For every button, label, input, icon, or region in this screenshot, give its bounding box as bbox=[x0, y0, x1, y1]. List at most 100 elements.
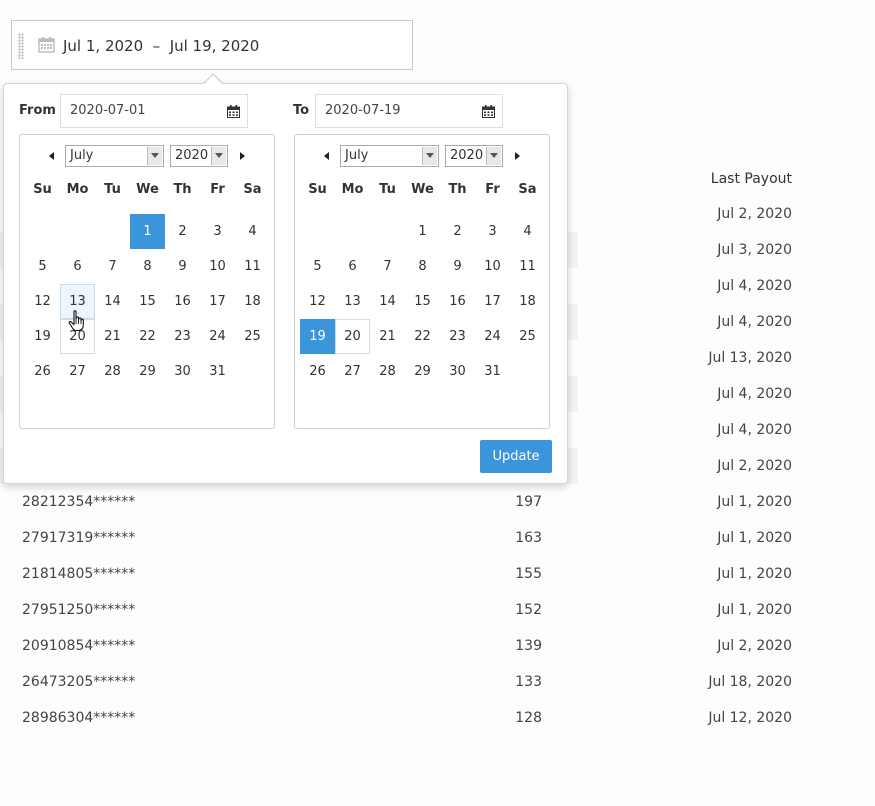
to-day-23[interactable]: 23 bbox=[440, 319, 475, 354]
to-day-5[interactable]: 5 bbox=[300, 249, 335, 284]
to-month-select[interactable]: July bbox=[340, 145, 439, 167]
to-day-13[interactable]: 13 bbox=[335, 284, 370, 319]
to-day-29[interactable]: 29 bbox=[405, 354, 440, 389]
to-day-20[interactable]: 20 bbox=[335, 319, 370, 354]
from-day-24[interactable]: 24 bbox=[200, 319, 235, 354]
to-label: To bbox=[293, 103, 310, 118]
to-day-18[interactable]: 18 bbox=[510, 284, 545, 319]
from-month-select[interactable]: July bbox=[65, 145, 164, 167]
to-day-11[interactable]: 11 bbox=[510, 249, 545, 284]
to-day-31[interactable]: 31 bbox=[475, 354, 510, 389]
to-day-15[interactable]: 15 bbox=[405, 284, 440, 319]
from-day-5[interactable]: 5 bbox=[25, 249, 60, 284]
table-cell-count: 155 bbox=[515, 566, 542, 582]
to-day-21[interactable]: 21 bbox=[370, 319, 405, 354]
table-cell-payout: Jul 1, 2020 bbox=[717, 566, 792, 582]
table-cell-payout: Jul 4, 2020 bbox=[717, 314, 792, 330]
from-day-14[interactable]: 14 bbox=[95, 284, 130, 319]
to-day-9[interactable]: 9 bbox=[440, 249, 475, 284]
table-cell-id: 21814805****** bbox=[22, 566, 136, 582]
date-range-text: Jul 1, 2020 – Jul 19, 2020 bbox=[63, 37, 260, 55]
weekday-header: Th bbox=[173, 182, 192, 197]
from-day-11[interactable]: 11 bbox=[235, 249, 270, 284]
from-day-28[interactable]: 28 bbox=[95, 354, 130, 389]
chevron-down-icon[interactable] bbox=[147, 147, 162, 165]
from-day-7[interactable]: 7 bbox=[95, 249, 130, 284]
prev-month-icon[interactable] bbox=[49, 152, 54, 160]
to-day-22[interactable]: 22 bbox=[405, 319, 440, 354]
weekday-header: Tu bbox=[104, 182, 121, 197]
drag-handle-icon[interactable] bbox=[18, 33, 24, 59]
to-year-select[interactable]: 2020 bbox=[445, 145, 503, 167]
chevron-down-icon[interactable] bbox=[211, 147, 226, 165]
to-day-1[interactable]: 1 bbox=[405, 214, 440, 249]
calendar-icon[interactable] bbox=[227, 105, 240, 118]
hand-cursor-icon bbox=[68, 310, 84, 332]
table-cell-payout: Jul 1, 2020 bbox=[717, 494, 792, 510]
table-cell-payout: Jul 1, 2020 bbox=[717, 530, 792, 546]
update-button[interactable]: Update bbox=[480, 440, 552, 473]
to-day-25[interactable]: 25 bbox=[510, 319, 545, 354]
from-day-22[interactable]: 22 bbox=[130, 319, 165, 354]
to-day-4[interactable]: 4 bbox=[510, 214, 545, 249]
to-day-2[interactable]: 2 bbox=[440, 214, 475, 249]
to-day-12[interactable]: 12 bbox=[300, 284, 335, 319]
from-day-4[interactable]: 4 bbox=[235, 214, 270, 249]
table-cell-count: 163 bbox=[515, 530, 542, 546]
from-day-18[interactable]: 18 bbox=[235, 284, 270, 319]
from-day-15[interactable]: 15 bbox=[130, 284, 165, 319]
to-day-17[interactable]: 17 bbox=[475, 284, 510, 319]
date-range-picker[interactable]: Jul 1, 2020 – Jul 19, 2020 bbox=[11, 20, 413, 70]
to-day-24[interactable]: 24 bbox=[475, 319, 510, 354]
next-month-icon[interactable] bbox=[240, 152, 245, 160]
to-day-7[interactable]: 7 bbox=[370, 249, 405, 284]
to-day-10[interactable]: 10 bbox=[475, 249, 510, 284]
from-day-26[interactable]: 26 bbox=[25, 354, 60, 389]
chevron-down-icon[interactable] bbox=[422, 147, 437, 165]
to-day-6[interactable]: 6 bbox=[335, 249, 370, 284]
popup-arrow-inner bbox=[203, 75, 223, 85]
from-day-23[interactable]: 23 bbox=[165, 319, 200, 354]
chevron-down-icon[interactable] bbox=[486, 147, 501, 165]
to-day-8[interactable]: 8 bbox=[405, 249, 440, 284]
from-day-8[interactable]: 8 bbox=[130, 249, 165, 284]
to-day-27[interactable]: 27 bbox=[335, 354, 370, 389]
next-month-icon[interactable] bbox=[515, 152, 520, 160]
from-day-3[interactable]: 3 bbox=[200, 214, 235, 249]
from-date-field[interactable] bbox=[60, 94, 248, 128]
to-day-14[interactable]: 14 bbox=[370, 284, 405, 319]
to-day-19[interactable]: 19 bbox=[300, 319, 335, 354]
to-day-26[interactable]: 26 bbox=[300, 354, 335, 389]
from-day-12[interactable]: 12 bbox=[25, 284, 60, 319]
from-calendar: July 2020 Su Mo Tu We Th Fr Sa 1 2 3 4 5 6 7 8 9 10 11 12 1… bbox=[19, 134, 275, 429]
from-day-19[interactable]: 19 bbox=[25, 319, 60, 354]
to-date-input[interactable] bbox=[316, 95, 475, 125]
from-day-6[interactable]: 6 bbox=[60, 249, 95, 284]
from-day-10[interactable]: 10 bbox=[200, 249, 235, 284]
from-date-input[interactable] bbox=[61, 95, 220, 125]
from-day-25[interactable]: 25 bbox=[235, 319, 270, 354]
weekday-header: Tu bbox=[379, 182, 396, 197]
from-day-31[interactable]: 31 bbox=[200, 354, 235, 389]
from-day-17[interactable]: 17 bbox=[200, 284, 235, 319]
calendar-icon bbox=[38, 37, 55, 53]
from-day-16[interactable]: 16 bbox=[165, 284, 200, 319]
to-day-28[interactable]: 28 bbox=[370, 354, 405, 389]
from-day-27[interactable]: 27 bbox=[60, 354, 95, 389]
to-day-30[interactable]: 30 bbox=[440, 354, 475, 389]
table-cell-payout: Jul 4, 2020 bbox=[717, 422, 792, 438]
table-cell-id: 26473205****** bbox=[22, 674, 136, 690]
from-day-1[interactable]: 1 bbox=[130, 214, 165, 249]
from-day-9[interactable]: 9 bbox=[165, 249, 200, 284]
from-day-29[interactable]: 29 bbox=[130, 354, 165, 389]
to-day-3[interactable]: 3 bbox=[475, 214, 510, 249]
calendar-icon[interactable] bbox=[482, 105, 495, 118]
from-year-select[interactable]: 2020 bbox=[170, 145, 228, 167]
from-day-21[interactable]: 21 bbox=[95, 319, 130, 354]
from-day-30[interactable]: 30 bbox=[165, 354, 200, 389]
from-day-2[interactable]: 2 bbox=[165, 214, 200, 249]
to-day-16[interactable]: 16 bbox=[440, 284, 475, 319]
to-date-field[interactable] bbox=[315, 94, 503, 128]
prev-month-icon[interactable] bbox=[324, 152, 329, 160]
table-cell-payout: Jul 12, 2020 bbox=[708, 710, 792, 726]
